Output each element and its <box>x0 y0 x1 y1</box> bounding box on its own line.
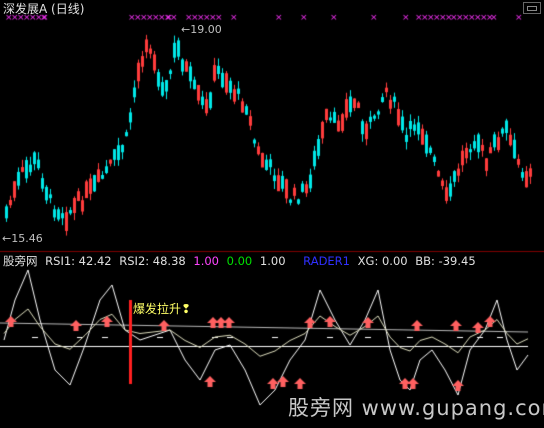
rsi2-value: RSI2: 48.38 <box>119 254 186 268</box>
stock-name: 深发展A <box>3 2 48 16</box>
watermark: 股旁网 www.gupang.com <box>288 396 544 420</box>
signal-label: 爆发拉升❢ <box>133 302 191 316</box>
period-label: (日线) <box>51 2 85 16</box>
signal-text: 爆发拉升 <box>133 302 182 316</box>
bb-value: BB: -39.45 <box>415 254 476 268</box>
candlestick-chart[interactable] <box>0 0 544 428</box>
rsi1-value: RSI1: 42.42 <box>45 254 112 268</box>
rader-label: RADER1 <box>303 254 350 268</box>
xg-value: XG: 0.00 <box>357 254 408 268</box>
low-price-label: ←15.46 <box>2 232 43 245</box>
indicator-bar: 股旁网 RSI1: 42.42 RSI2: 48.38 1.00 0.00 1.… <box>3 254 480 268</box>
high-price-value: 19.00 <box>190 23 222 36</box>
bulb-icon: ❢ <box>181 302 192 316</box>
panel-maximize-icon[interactable] <box>523 2 541 14</box>
high-price-label: ←19.00 <box>181 23 222 36</box>
value-2: 0.00 <box>226 254 253 268</box>
indicator-name[interactable]: 股旁网 <box>3 254 38 268</box>
value-1: 1.00 <box>193 254 219 268</box>
low-price-value: 15.46 <box>11 232 43 245</box>
value-3: 1.00 <box>259 254 286 268</box>
stock-title: 深发展A (日线) <box>3 2 84 16</box>
